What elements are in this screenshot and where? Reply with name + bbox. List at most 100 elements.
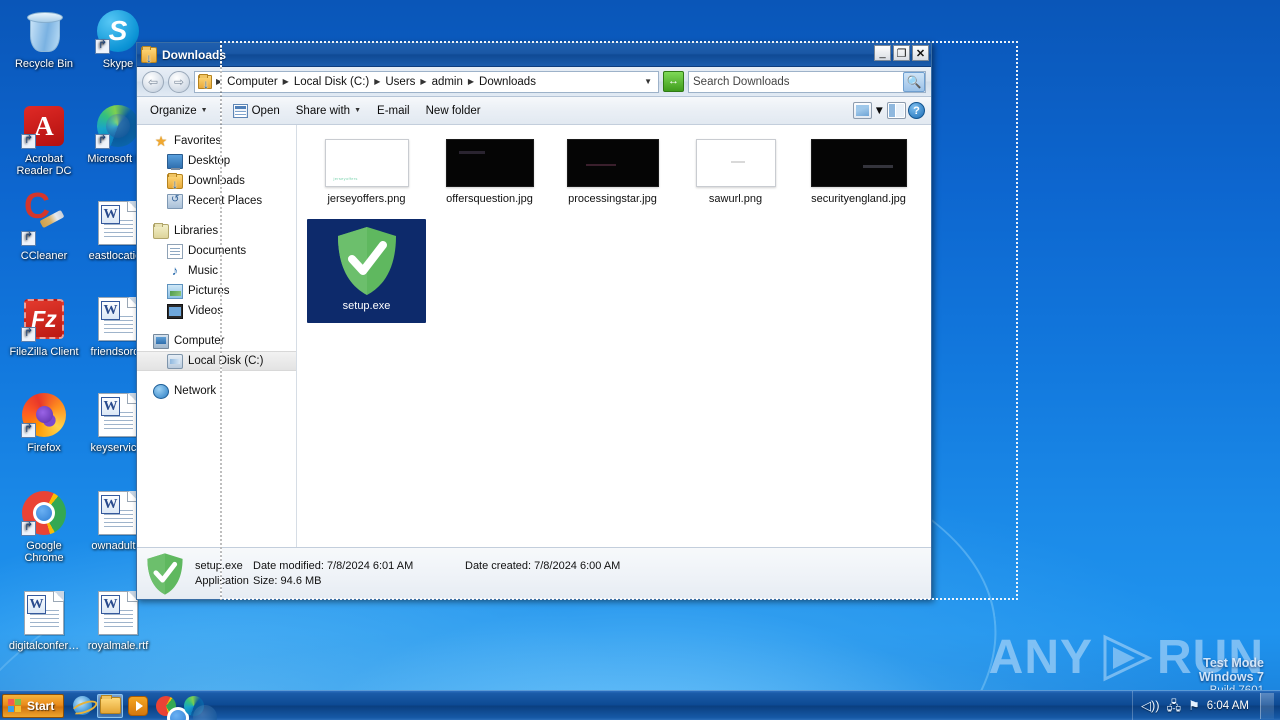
taskbar[interactable]: Start ◁)) 🖧 ⚑ 6:04 AM [0, 690, 1280, 720]
minimize-button[interactable]: _ [874, 45, 891, 61]
forward-button[interactable]: ⇨ [168, 70, 190, 93]
shortcut-overlay-icon [21, 327, 36, 342]
downloads-folder-icon [167, 172, 183, 190]
close-button[interactable]: ✕ [912, 45, 929, 61]
system-tray: ◁)) 🖧 ⚑ 6:04 AM [1131, 690, 1278, 720]
play-triangle-icon [1103, 634, 1153, 682]
search-icon[interactable]: 🔍 [903, 71, 925, 92]
help-icon[interactable]: ? [908, 102, 925, 119]
desktop-icon-acrobat-reader[interactable]: A Acrobat Reader DC [8, 103, 80, 177]
nav-group-network[interactable]: Network [137, 381, 296, 401]
desktop[interactable]: Recycle Bin S Skype A Acrobat Reader DC … [0, 0, 1280, 720]
taskbar-windows-media-player[interactable] [125, 694, 151, 718]
green-shield-check-icon [145, 552, 185, 596]
show-desktop-icon[interactable] [1260, 692, 1274, 719]
file-list-pane[interactable]: jerseyoffers jerseyoffers.png offersques… [297, 125, 931, 547]
nav-label: Favorites [174, 135, 222, 147]
breadcrumb-item-admin[interactable]: admin [429, 75, 466, 89]
windows-explorer-window[interactable]: Downloads _ ❐ ✕ ⇦ ⇨ ▶ Computer ▶ Local D… [136, 42, 932, 600]
share-with-button[interactable]: Share with ▼ [289, 102, 368, 120]
email-button[interactable]: E-mail [370, 102, 417, 120]
open-label: Open [251, 104, 280, 117]
file-thumbnail [553, 137, 672, 189]
nav-item-videos[interactable]: Videos [137, 301, 296, 321]
desktop-icon-firefox[interactable]: Firefox [8, 392, 80, 454]
nav-label: Recent Places [188, 195, 263, 207]
selection-highlight: setup.exe [307, 219, 426, 323]
nav-label: Downloads [188, 175, 245, 187]
clock[interactable]: 6:04 AM [1207, 700, 1249, 712]
nav-item-documents[interactable]: Documents [137, 241, 296, 261]
chevron-down-icon[interactable]: ▼ [640, 77, 656, 86]
music-icon: ♪ [171, 262, 179, 278]
desktop-icon-google-chrome[interactable]: Google Chrome [8, 490, 80, 564]
toolbar-right-group: ▼ ? [852, 102, 925, 119]
shortcut-overlay-icon [21, 134, 36, 149]
file-name-label: securityengland.jpg [811, 193, 906, 205]
organize-button[interactable]: Organize ▼ [143, 102, 215, 120]
nav-group-computer[interactable]: Computer [137, 331, 296, 351]
open-button[interactable]: Open [226, 101, 287, 121]
nav-item-music[interactable]: ♪ Music [137, 261, 296, 281]
desktop-icon-filezilla[interactable]: Fz FileZilla Client [8, 296, 80, 358]
taskbar-google-chrome[interactable] [153, 694, 190, 720]
nav-item-downloads[interactable]: Downloads [137, 171, 296, 191]
email-label: E-mail [377, 104, 410, 117]
nav-group-favorites[interactable]: ★ Favorites [137, 131, 296, 151]
volume-icon[interactable]: ◁)) [1141, 699, 1160, 712]
chrome-icon [156, 695, 190, 720]
file-item[interactable]: jerseyoffers jerseyoffers.png [305, 133, 428, 215]
desktop-icon-recycle-bin[interactable]: Recycle Bin [8, 8, 80, 70]
desktop-icon-digitalconference[interactable]: W digitalconfer… [8, 590, 80, 652]
desktop-icon-ccleaner[interactable]: CCleaner [8, 200, 80, 262]
change-view-icon[interactable] [852, 102, 872, 119]
details-size-label: Size: [253, 575, 278, 587]
favorites-star-icon: ★ [154, 132, 168, 149]
start-button[interactable]: Start [2, 693, 65, 718]
file-item[interactable]: offersquestion.jpg [428, 133, 551, 215]
nav-label: Libraries [174, 225, 219, 237]
nav-item-recent-places[interactable]: Recent Places [137, 191, 296, 211]
chevron-right-icon: ▶ [420, 77, 427, 86]
taskbar-windows-explorer[interactable] [97, 693, 124, 718]
back-button[interactable]: ⇦ [142, 70, 164, 93]
action-center-flag-icon[interactable]: ⚑ [1188, 699, 1200, 712]
breadcrumb-item-users[interactable]: Users [382, 75, 418, 89]
microsoft-edge-icon [95, 103, 141, 149]
nav-item-local-disk-c[interactable]: Local Disk (C:) [137, 351, 296, 371]
nav-label: Local Disk (C:) [188, 355, 264, 367]
refresh-button[interactable]: ↔ [663, 71, 684, 92]
nav-item-pictures[interactable]: Pictures [137, 281, 296, 301]
network-icon[interactable]: 🖧 [1167, 699, 1182, 712]
file-item[interactable]: processingstar.jpg [551, 133, 674, 215]
taskbar-internet-explorer[interactable] [69, 694, 95, 718]
preview-pane-icon[interactable] [887, 102, 906, 119]
microsoft-edge-icon [184, 695, 218, 720]
local-disk-icon [167, 353, 183, 369]
breadcrumb[interactable]: ▶ Computer ▶ Local Disk (C:) ▶ Users ▶ a… [194, 70, 659, 93]
chevron-down-icon: ▼ [354, 107, 362, 114]
breadcrumb-item-computer[interactable]: Computer [224, 75, 281, 89]
details-date-modified-label: Date modified: [253, 560, 324, 572]
nav-item-desktop[interactable]: Desktop [137, 151, 296, 171]
file-item[interactable]: sawurl.png [674, 133, 797, 215]
maximize-button[interactable]: ❐ [893, 45, 910, 61]
test-mode-label: Test Mode [1203, 656, 1264, 670]
firefox-icon [21, 392, 67, 438]
navigation-pane[interactable]: ★ Favorites Desktop Downloads Recent Pla… [137, 125, 297, 547]
file-item[interactable]: securityengland.jpg [797, 133, 920, 215]
nav-group-libraries[interactable]: Libraries [137, 221, 296, 241]
breadcrumb-item-local-disk[interactable]: Local Disk (C:) [291, 75, 372, 89]
file-name-label: processingstar.jpg [568, 193, 657, 205]
breadcrumb-item-downloads[interactable]: Downloads [476, 75, 539, 89]
desktop-icon-grid: Recycle Bin S Skype A Acrobat Reader DC … [0, 0, 149, 690]
file-name-label: offersquestion.jpg [446, 193, 533, 205]
search-input[interactable]: Search Downloads 🔍 [688, 70, 926, 93]
toolbar-separator [219, 101, 221, 120]
window-titlebar[interactable]: Downloads _ ❐ ✕ [137, 43, 931, 67]
chevron-down-icon[interactable]: ▼ [874, 105, 885, 117]
new-folder-button[interactable]: New folder [419, 102, 488, 120]
chrome-icon [21, 490, 67, 536]
file-item-setup-exe[interactable]: setup.exe [305, 215, 428, 326]
